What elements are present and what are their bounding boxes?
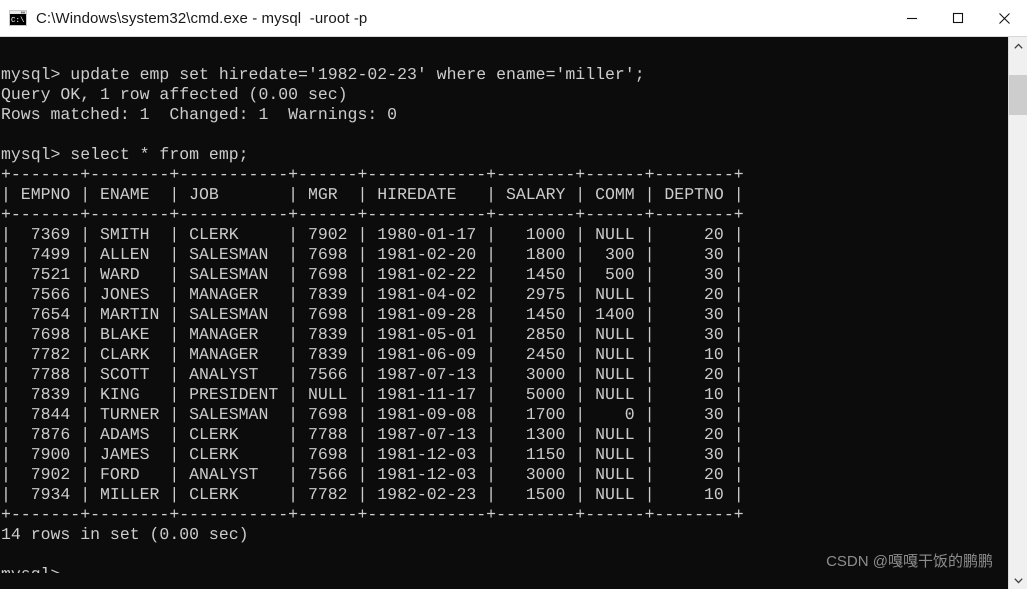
scroll-down-arrow-icon[interactable] bbox=[1009, 571, 1027, 589]
scrollbar-thumb[interactable] bbox=[1009, 75, 1027, 115]
console-area[interactable]: mysql> update emp set hiredate='1982-02-… bbox=[0, 37, 1027, 589]
scrollbar-track[interactable] bbox=[1009, 55, 1027, 571]
window-title: C:\Windows\system32\cmd.exe - mysql -uro… bbox=[36, 9, 368, 27]
scroll-up-arrow-icon[interactable] bbox=[1009, 37, 1027, 55]
maximize-button[interactable] bbox=[935, 0, 981, 36]
svg-text:C:\: C:\ bbox=[11, 17, 25, 25]
title-bar: C:\ C:\Windows\system32\cmd.exe - mysql … bbox=[0, 0, 1027, 37]
cmd-window: C:\ C:\Windows\system32\cmd.exe - mysql … bbox=[0, 0, 1027, 589]
terminal-output[interactable]: mysql> update emp set hiredate='1982-02-… bbox=[0, 53, 1008, 573]
minimize-button[interactable] bbox=[889, 0, 935, 36]
vertical-scrollbar[interactable] bbox=[1008, 37, 1027, 589]
cmd-console-icon: C:\ bbox=[9, 10, 27, 26]
close-button[interactable] bbox=[981, 0, 1027, 36]
